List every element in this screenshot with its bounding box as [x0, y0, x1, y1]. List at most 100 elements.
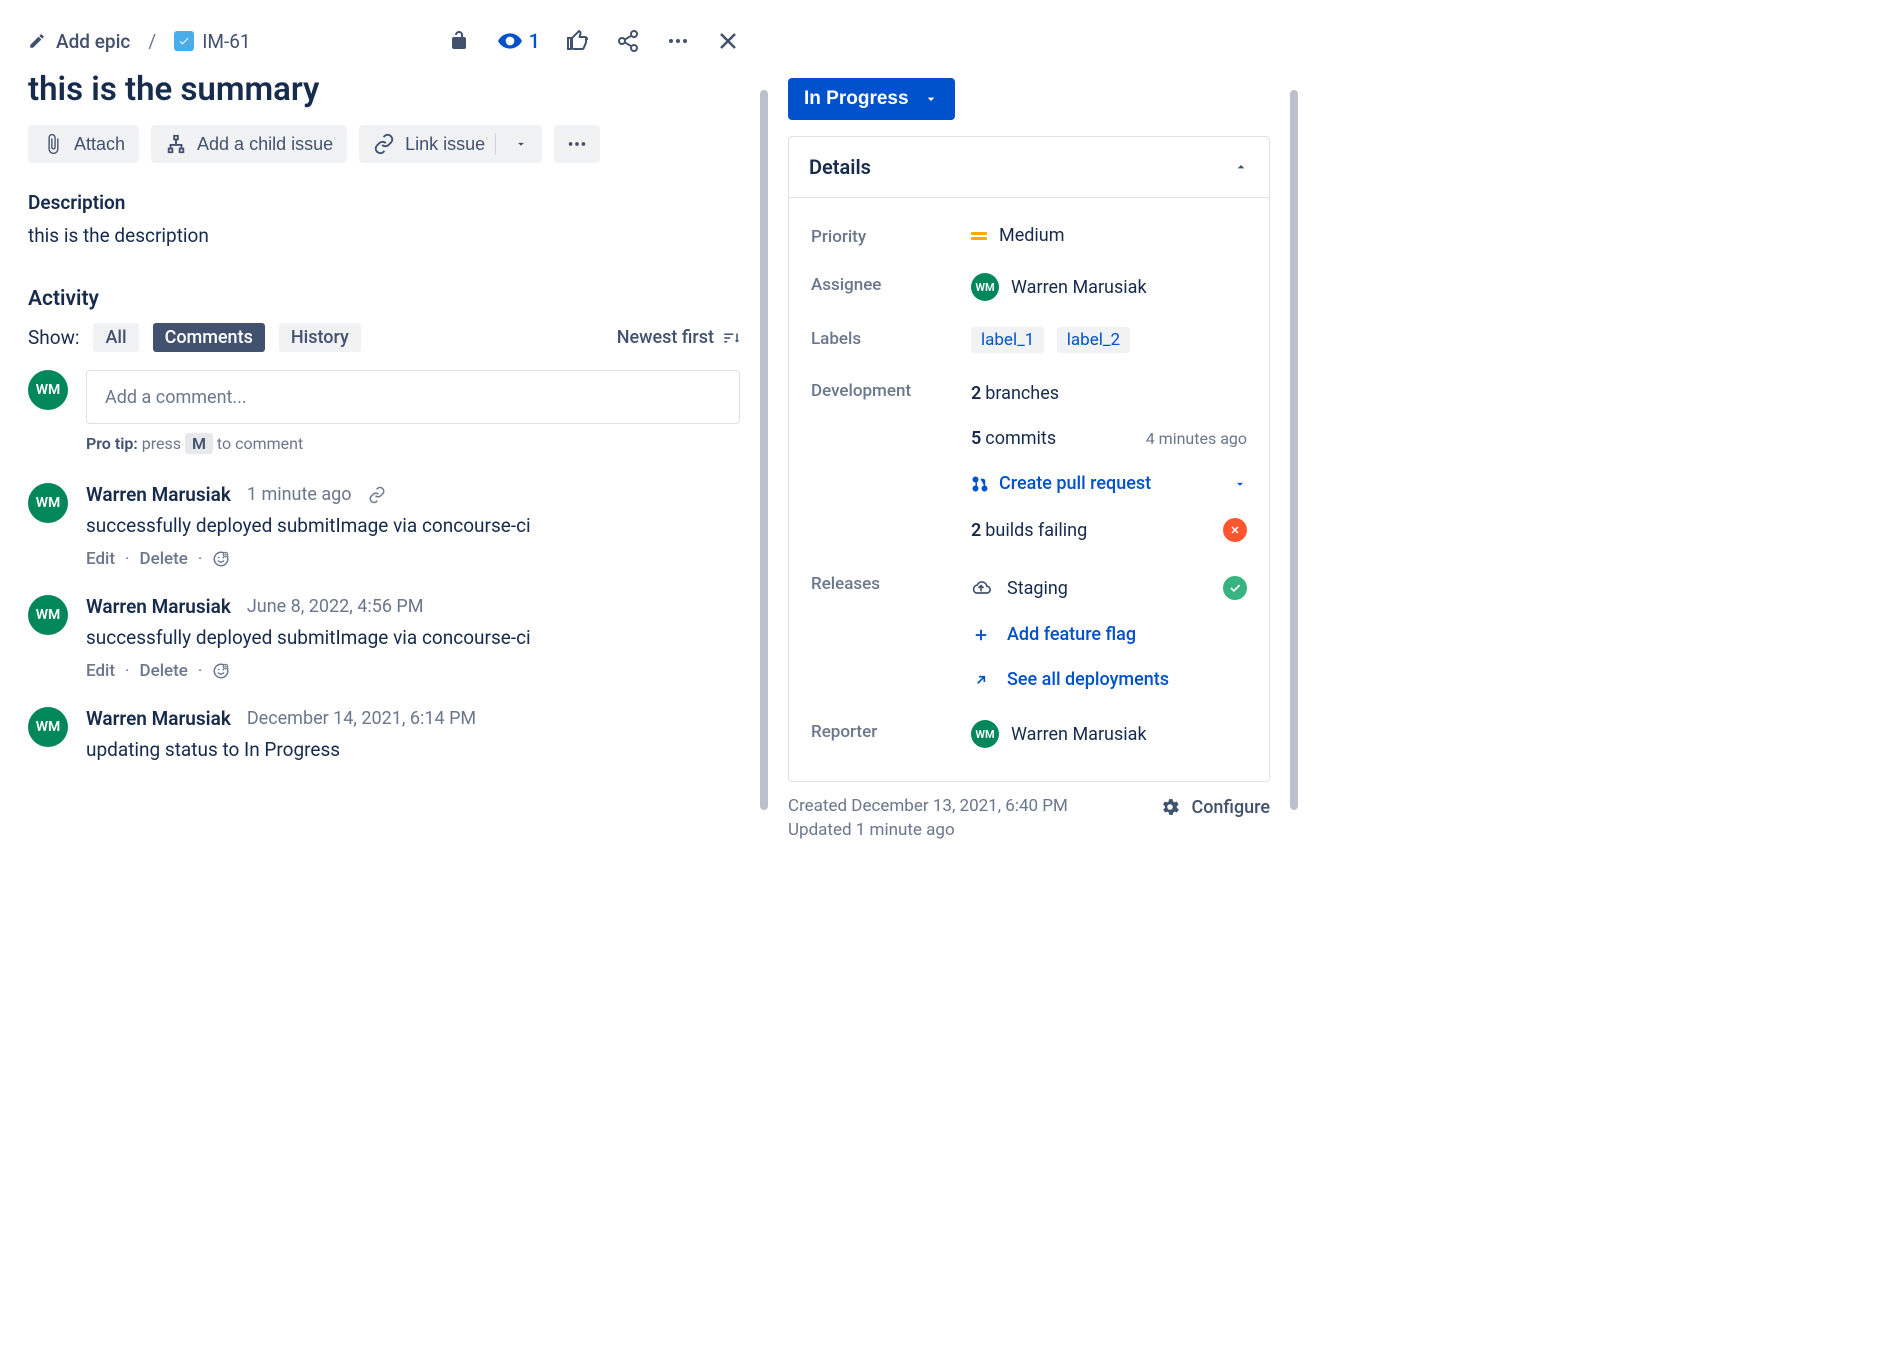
- updated-date: Updated 1 minute ago: [788, 820, 1068, 840]
- created-date: Created December 13, 2021, 6:40 PM: [788, 796, 1068, 816]
- releases-label: Releases: [811, 572, 971, 594]
- chevron-down-icon[interactable]: [1233, 477, 1247, 491]
- development-label: Development: [811, 379, 971, 401]
- description-text[interactable]: this is the description: [28, 224, 740, 247]
- assignee-label: Assignee: [811, 273, 971, 295]
- comment-input[interactable]: Add a comment...: [86, 370, 740, 424]
- fail-icon: [1223, 518, 1247, 542]
- permalink-icon[interactable]: [368, 486, 386, 504]
- issue-summary[interactable]: this is the summary: [28, 70, 740, 109]
- label-chip[interactable]: label_1: [971, 327, 1044, 353]
- add-feature-flag-link[interactable]: Add feature flag: [971, 620, 1247, 649]
- comment-time[interactable]: June 8, 2022, 4:56 PM: [247, 596, 424, 617]
- label-chip[interactable]: label_2: [1057, 327, 1130, 353]
- issue-key-link[interactable]: IM-61: [174, 30, 250, 53]
- breadcrumb-separator: /: [148, 30, 156, 53]
- share-icon[interactable]: [616, 29, 640, 53]
- reaction-icon[interactable]: [212, 662, 230, 680]
- comment: WMWarren MarusiakDecember 14, 2021, 6:14…: [28, 707, 740, 773]
- pull-request-icon: [971, 475, 989, 493]
- release-staging[interactable]: Staging: [971, 572, 1247, 604]
- sort-label: Newest first: [617, 327, 714, 348]
- priority-value[interactable]: Medium: [971, 225, 1247, 246]
- scrollbar-thumb[interactable]: [1290, 90, 1298, 810]
- cloud-upload-icon: [971, 577, 991, 599]
- comment: WMWarren MarusiakJune 8, 2022, 4:56 PMsu…: [28, 595, 740, 681]
- comment-edit[interactable]: Edit: [86, 549, 115, 569]
- reporter-label: Reporter: [811, 720, 971, 742]
- builds-failing-link[interactable]: 2builds failing: [971, 514, 1247, 546]
- close-icon[interactable]: [716, 29, 740, 53]
- gear-icon: [1159, 796, 1181, 818]
- add-epic-link[interactable]: Add epic: [28, 30, 130, 53]
- development-value: 2branches 5commits 4 minutes ago Create …: [971, 379, 1247, 546]
- avatar: WM: [971, 720, 999, 748]
- comment-protip: Pro tip: press M to comment: [86, 434, 740, 453]
- comment-delete[interactable]: Delete: [139, 549, 187, 569]
- avatar: WM: [971, 273, 999, 301]
- add-child-issue-button[interactable]: Add a child issue: [151, 125, 347, 163]
- filter-comments[interactable]: Comments: [153, 323, 265, 352]
- comment-time[interactable]: 1 minute ago: [247, 484, 352, 505]
- activity-label: Activity: [28, 287, 740, 311]
- link-issue-label: Link issue: [405, 134, 485, 155]
- chevron-up-icon: [1233, 159, 1249, 175]
- sort-button[interactable]: Newest first: [617, 327, 740, 348]
- add-child-issue-label: Add a child issue: [197, 134, 333, 155]
- watch-count: 1: [529, 29, 540, 53]
- labels-label: Labels: [811, 327, 971, 349]
- more-icon: [566, 133, 588, 155]
- more-actions-button[interactable]: [554, 125, 600, 163]
- avatar: WM: [28, 370, 68, 410]
- priority-medium-icon: [971, 232, 987, 240]
- details-panel: Details Priority Medium Assignee: [788, 136, 1270, 782]
- avatar: WM: [28, 483, 68, 523]
- assignee-value[interactable]: WM Warren Marusiak: [971, 273, 1247, 301]
- configure-button[interactable]: Configure: [1159, 796, 1270, 818]
- comment-time[interactable]: December 14, 2021, 6:14 PM: [247, 708, 476, 729]
- chevron-down-icon: [923, 91, 939, 107]
- action-bar: Attach Add a child issue Link issue: [28, 125, 740, 163]
- configure-label: Configure: [1191, 797, 1270, 818]
- link-issue-button[interactable]: Link issue: [359, 125, 542, 163]
- comment-text: successfully deployed submitImage via co…: [86, 626, 740, 649]
- chevron-down-icon[interactable]: [506, 137, 536, 151]
- issue-type-icon: [174, 31, 194, 51]
- more-icon[interactable]: [666, 29, 690, 53]
- filter-history[interactable]: History: [279, 323, 361, 352]
- comment-author[interactable]: Warren Marusiak: [86, 707, 231, 730]
- watch-button[interactable]: 1: [497, 28, 540, 54]
- comment-text: successfully deployed submitImage via co…: [86, 514, 740, 537]
- description-label: Description: [28, 191, 740, 214]
- comment-author[interactable]: Warren Marusiak: [86, 595, 231, 618]
- add-epic-label: Add epic: [56, 30, 130, 53]
- lock-icon[interactable]: [447, 29, 471, 53]
- eye-icon: [497, 28, 523, 54]
- branches-link[interactable]: 2branches: [971, 379, 1247, 408]
- details-header[interactable]: Details: [789, 137, 1269, 198]
- scrollbar-thumb[interactable]: [760, 90, 768, 810]
- breadcrumb: Add epic / IM-61: [28, 30, 251, 53]
- priority-label: Priority: [811, 225, 971, 247]
- releases-value: Staging Add feature flag: [971, 572, 1247, 694]
- see-all-deployments-link[interactable]: See all deployments: [971, 665, 1247, 694]
- labels-value[interactable]: label_1 label_2: [971, 327, 1247, 353]
- reporter-value[interactable]: WM Warren Marusiak: [971, 720, 1247, 748]
- plus-icon: [971, 626, 991, 644]
- comment-edit[interactable]: Edit: [86, 661, 115, 681]
- thumbs-up-icon[interactable]: [566, 29, 590, 53]
- status-button[interactable]: In Progress: [788, 78, 955, 120]
- pencil-icon: [28, 32, 46, 50]
- show-label: Show:: [28, 326, 79, 349]
- comment: WM Warren Marusiak 1 minute ago successfull…: [28, 483, 740, 569]
- comment-author[interactable]: Warren Marusiak: [86, 483, 231, 506]
- comment-delete[interactable]: Delete: [139, 661, 187, 681]
- attach-button[interactable]: Attach: [28, 125, 139, 163]
- create-pr-link[interactable]: Create pull request: [971, 469, 1247, 498]
- commits-link[interactable]: 5commits 4 minutes ago: [971, 424, 1247, 453]
- header-actions: 1: [447, 28, 740, 54]
- reaction-icon[interactable]: [212, 550, 230, 568]
- filter-all[interactable]: All: [93, 323, 138, 352]
- check-icon: [1223, 576, 1247, 600]
- comment-text: updating status to In Progress: [86, 738, 740, 761]
